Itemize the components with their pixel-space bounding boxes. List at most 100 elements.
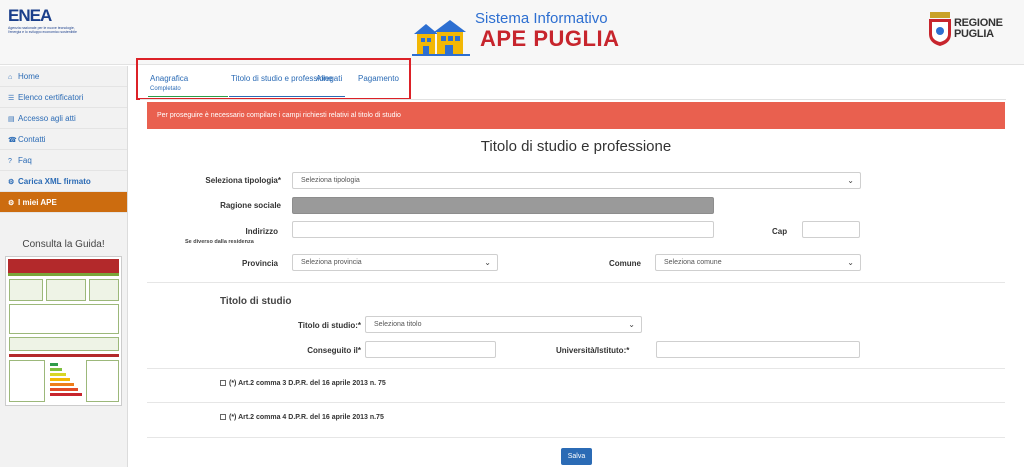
app-title-line2: APE PUGLIA xyxy=(480,26,620,51)
checkbox-label: (*) Art.2 comma 3 D.P.R. del 16 aprile 2… xyxy=(229,380,386,387)
ragione-sociale-label: Ragione sociale xyxy=(220,201,281,210)
comune-select[interactable]: Seleziona comune ⌄ xyxy=(655,254,861,271)
guide-bar xyxy=(9,354,119,357)
tipologia-label: Seleziona tipologia* xyxy=(205,176,281,185)
sidebar-item-label: I miei APE xyxy=(18,198,57,207)
guide-panel xyxy=(9,279,43,301)
guide-panel xyxy=(89,279,119,301)
house-logo-icon xyxy=(412,20,470,56)
section-divider xyxy=(147,437,1005,438)
cap-label: Cap xyxy=(772,227,788,236)
guide-thumbnail[interactable] xyxy=(5,256,122,406)
indirizzo-label: Indirizzo xyxy=(245,227,278,236)
section-divider xyxy=(147,402,1005,403)
chevron-down-icon: ⌄ xyxy=(847,258,854,267)
guide-panel xyxy=(86,360,119,402)
regione-shield-icon xyxy=(929,12,951,46)
checkbox-label: (*) Art.2 comma 4 D.P.R. del 16 aprile 2… xyxy=(229,414,384,421)
guide-bar xyxy=(50,373,66,376)
indirizzo-hint: Se diverso dalla residenza xyxy=(185,239,254,245)
enea-logo-text: ENEA xyxy=(8,6,52,25)
guide-bar xyxy=(50,368,62,371)
app-title-line1: Sistema Informativo xyxy=(475,10,608,27)
sidebar-item-label: Faq xyxy=(18,156,32,165)
enea-logo[interactable]: ENEA Agenzia nazionale per le nuove tecn… xyxy=(8,7,98,34)
guide-bar xyxy=(50,383,74,386)
tabs-highlight-box: Anagrafica Completato Titolo di studio e… xyxy=(136,58,411,100)
provincia-select-value: Seleziona provincia xyxy=(301,259,362,266)
tab-anagrafica[interactable]: Anagrafica xyxy=(150,74,188,83)
indirizzo-input[interactable] xyxy=(292,221,714,238)
titolo-select[interactable]: Seleziona titolo ⌄ xyxy=(365,316,642,333)
sidebar-item-faq[interactable]: ? Faq xyxy=(0,150,127,171)
sidebar-item-miei-ape[interactable]: ⚙ I miei APE xyxy=(0,192,127,213)
conseguito-input[interactable] xyxy=(365,341,496,358)
tab-pagamento[interactable]: Pagamento xyxy=(358,74,399,83)
sidebar-item-accesso-atti[interactable]: ▤ Accesso agli atti xyxy=(0,108,127,129)
tipologia-select-value: Seleziona tipologia xyxy=(301,177,360,184)
sidebar-item-label: Carica XML firmato xyxy=(18,177,91,186)
guide-bar xyxy=(50,378,70,381)
guide-bar xyxy=(50,388,78,391)
sidebar-item-label: Accesso agli atti xyxy=(18,114,76,123)
section-title-titolo-studio: Titolo di studio xyxy=(220,296,292,307)
home-icon: ⌂ xyxy=(8,74,13,81)
sidebar-item-elenco-certificatori[interactable]: ☰ Elenco certificatori xyxy=(0,87,127,108)
conseguito-label: Conseguito il* xyxy=(307,346,361,355)
tab-anagrafica-status: Completato xyxy=(150,86,181,92)
guide-panel xyxy=(9,304,119,334)
gear-icon: ⚙ xyxy=(8,179,15,186)
comune-select-value: Seleziona comune xyxy=(664,259,722,266)
regione-puglia-logo[interactable]: REGIONE PUGLIA xyxy=(928,12,1020,48)
enea-subtitle-2: l'energia e lo sviluppo economico sosten… xyxy=(8,30,77,34)
universita-label: Università/Istituto:* xyxy=(556,346,630,355)
guide-header-stripe xyxy=(8,273,119,276)
section-divider xyxy=(147,368,1005,369)
guide-panel xyxy=(9,337,119,351)
regione-line2: PUGLIA xyxy=(954,28,994,40)
guide-bar xyxy=(50,363,58,366)
sidebar-item-contatti[interactable]: ☎Contatti xyxy=(0,129,127,150)
titolo-label: Titolo di studio:* xyxy=(298,321,361,330)
chevron-down-icon: ⌄ xyxy=(484,258,491,267)
provincia-label: Provincia xyxy=(241,259,278,268)
list-icon: ☰ xyxy=(8,95,15,102)
tab-allegati[interactable]: Allegati xyxy=(316,74,342,83)
guide-title: Consulta la Guida! xyxy=(22,239,105,250)
guide-panel xyxy=(9,360,45,402)
guide-header-band xyxy=(8,259,119,273)
sidebar-item-carica-xml[interactable]: ⚙ Carica XML firmato xyxy=(0,171,127,192)
chevron-down-icon: ⌄ xyxy=(628,320,635,329)
chevron-down-icon: ⌄ xyxy=(847,176,854,185)
regione-text: REGIONE PUGLIA xyxy=(954,18,1003,40)
provincia-select[interactable]: Seleziona provincia ⌄ xyxy=(292,254,498,271)
save-button[interactable]: Salva xyxy=(561,448,592,465)
cap-input[interactable] xyxy=(802,221,860,238)
document-icon: ▤ xyxy=(8,116,15,123)
sidebar-item-home[interactable]: ⌂ Home xyxy=(0,66,127,87)
titolo-select-value: Seleziona titolo xyxy=(374,321,422,328)
section-divider xyxy=(147,282,1005,283)
guide-panel xyxy=(46,279,86,301)
question-icon: ? xyxy=(8,158,12,165)
form-title: Titolo di studio e professione xyxy=(480,138,672,155)
checkbox-icon[interactable] xyxy=(220,414,226,420)
error-alert: Per proseguire è necessario compilare i … xyxy=(147,102,1005,129)
tab-anagrafica-underline xyxy=(148,96,228,97)
comune-label: Comune xyxy=(609,259,641,268)
sidebar-item-label: Elenco certificatori xyxy=(18,93,84,102)
guide-bar xyxy=(50,393,82,396)
sidebar-item-label: Contatti xyxy=(18,135,46,144)
checkbox-art2-comma4[interactable]: (*) Art.2 comma 4 D.P.R. del 16 aprile 2… xyxy=(220,414,384,421)
gear-icon: ⚙ xyxy=(8,200,15,207)
ragione-sociale-input[interactable] xyxy=(292,197,714,214)
page-header: ENEA Agenzia nazionale per le nuove tecn… xyxy=(0,0,1024,65)
tabs-divider xyxy=(140,99,1006,100)
sidebar-item-label: Home xyxy=(18,72,40,81)
tipologia-select[interactable]: Seleziona tipologia ⌄ xyxy=(292,172,861,189)
checkbox-icon[interactable] xyxy=(220,380,226,386)
phone-icon: ☎ xyxy=(8,137,17,144)
universita-input[interactable] xyxy=(656,341,860,358)
sidebar: ⌂ Home ☰ Elenco certificatori ▤ Accesso agl… xyxy=(0,66,128,467)
checkbox-art2-comma3[interactable]: (*) Art.2 comma 3 D.P.R. del 16 aprile 2… xyxy=(220,380,386,387)
